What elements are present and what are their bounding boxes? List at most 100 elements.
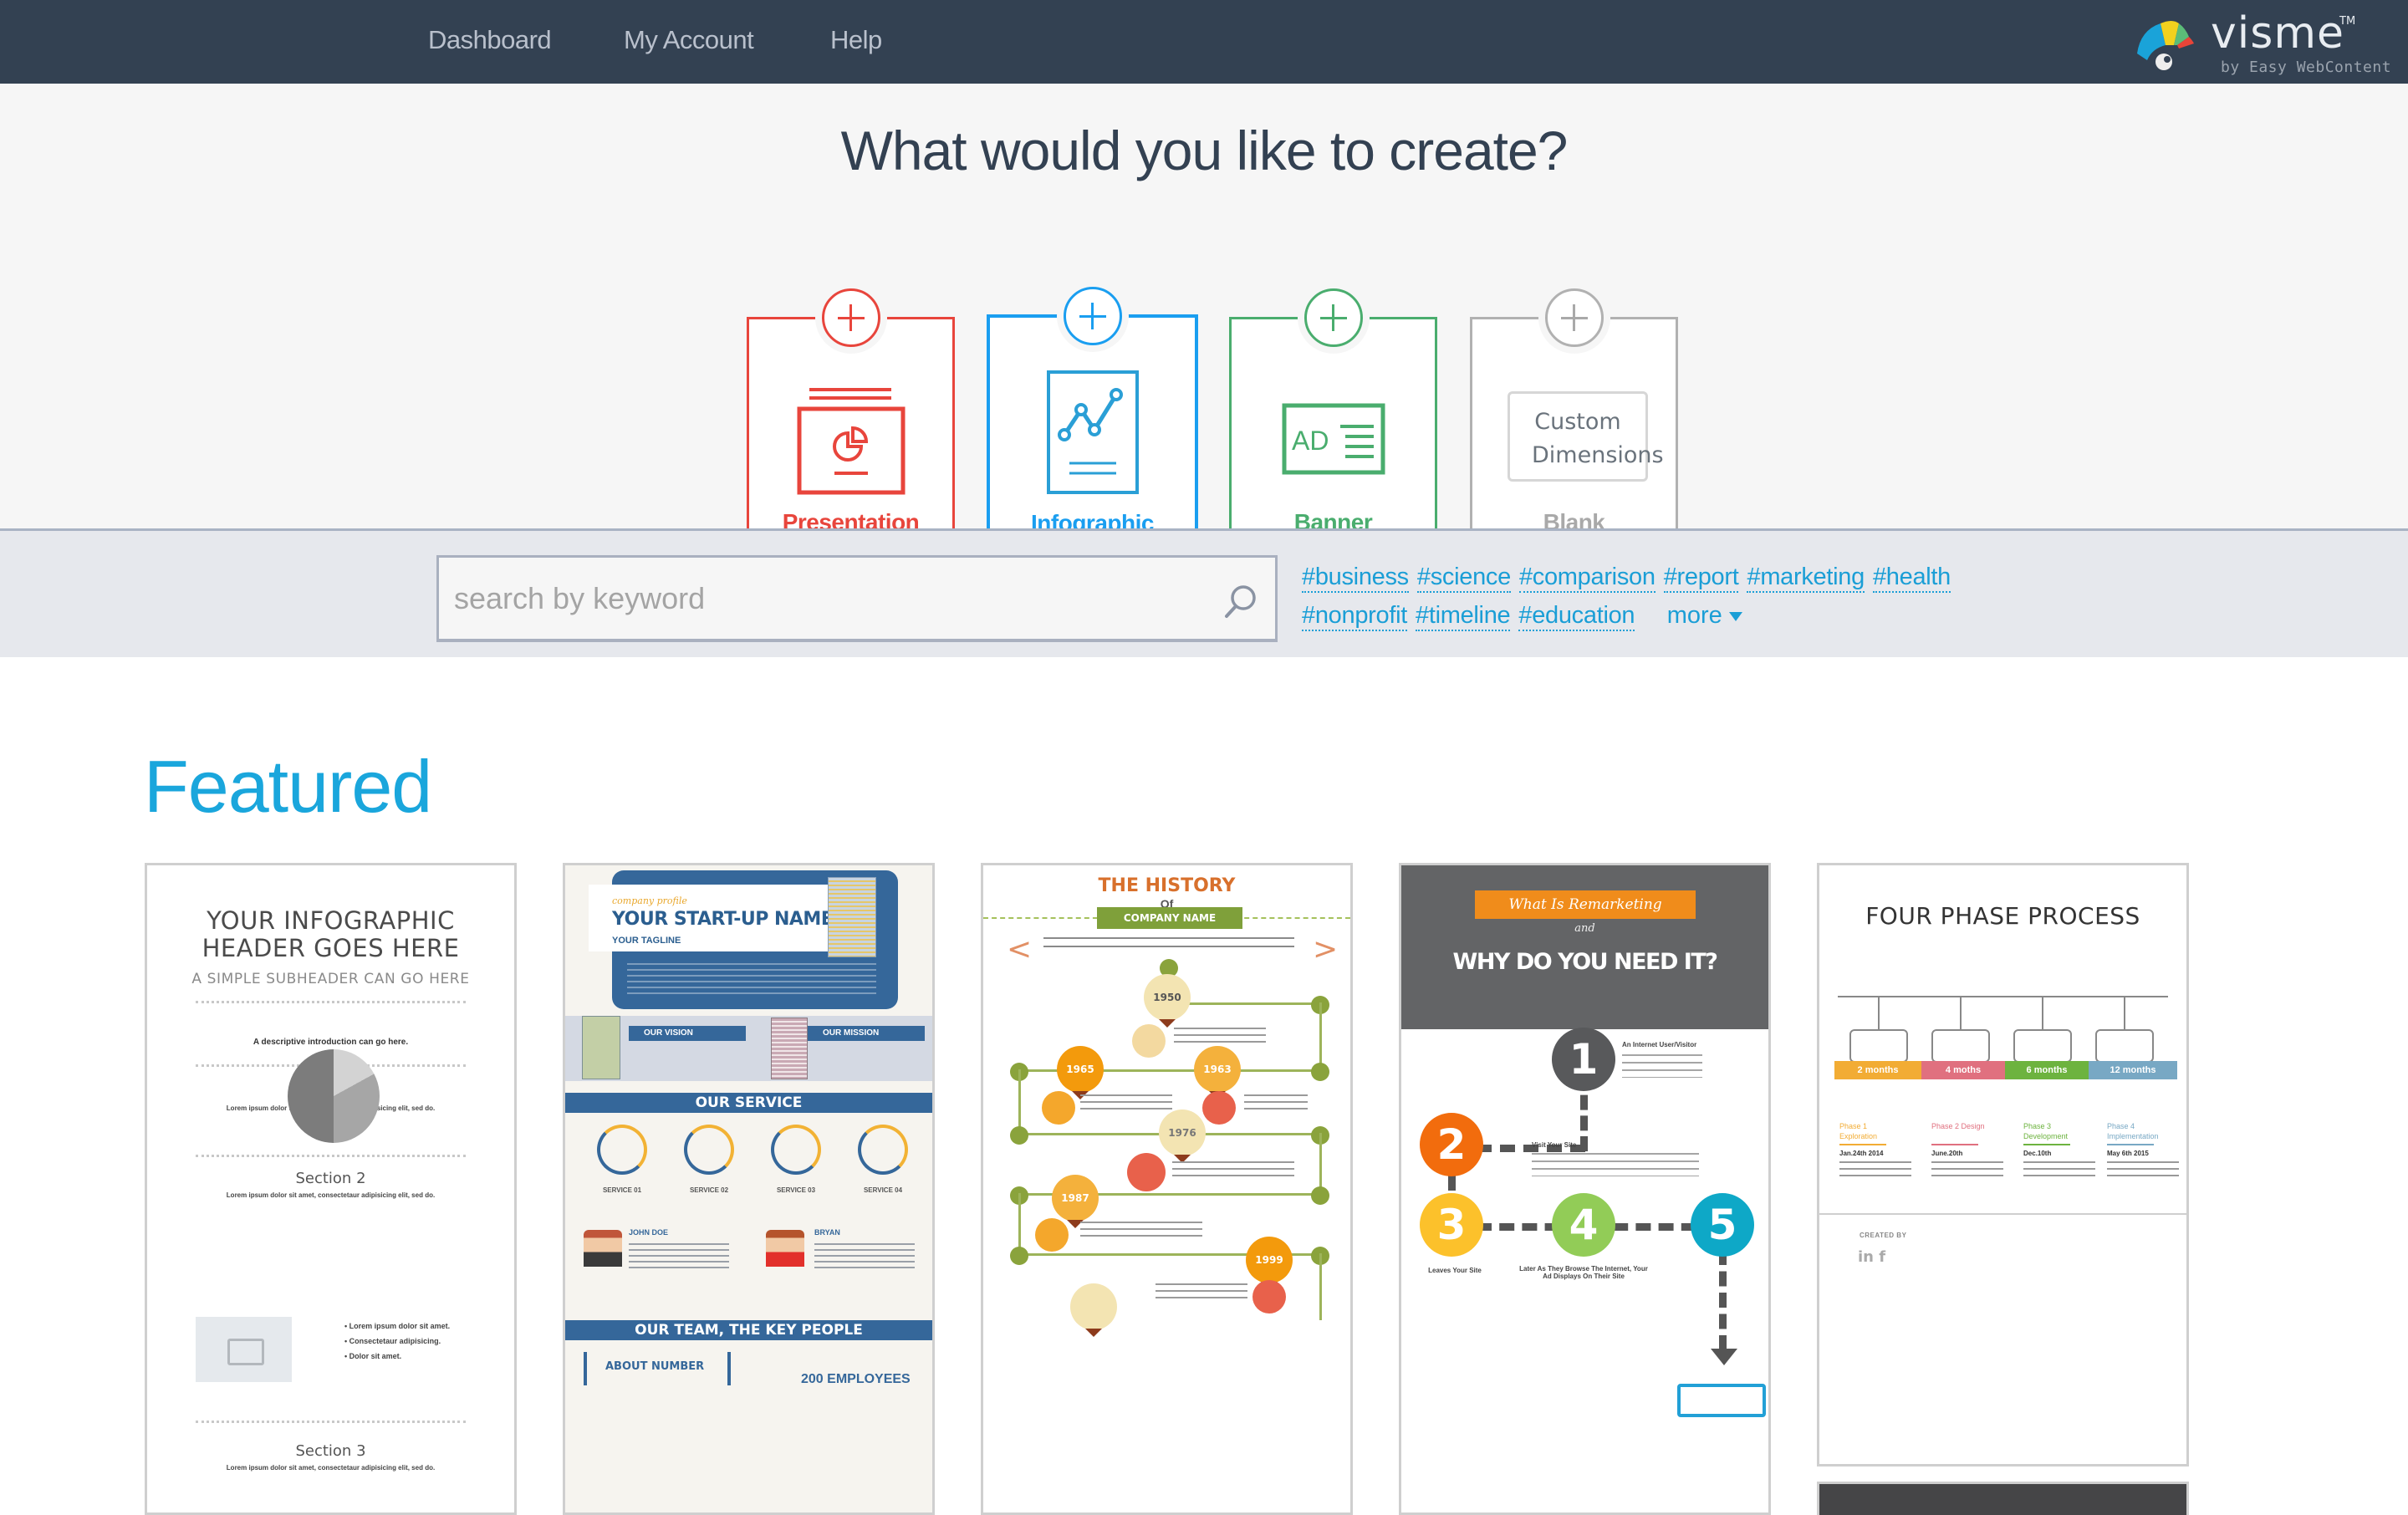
search-icon[interactable] [1220, 581, 1260, 621]
thumb-kicker: company profile [612, 895, 687, 906]
visme-logo-mark-icon [2137, 21, 2194, 70]
service-label: SERVICE 03 [776, 1186, 816, 1194]
divider [196, 1421, 466, 1423]
tag-science[interactable]: #science [1416, 563, 1511, 593]
phase-duration: 2 months [1834, 1061, 1921, 1079]
phase-date: Dec.10th [2023, 1150, 2052, 1157]
tag-report[interactable]: #report [1663, 563, 1739, 593]
vision-mission-band: OUR VISION OUR MISSION [565, 1016, 932, 1081]
step-circle: 2 [1420, 1113, 1483, 1176]
tag-education[interactable]: #education [1518, 601, 1635, 631]
building-illustration [582, 1016, 620, 1079]
person-icon [1127, 1153, 1166, 1191]
type-card-infographic[interactable]: Infographic [987, 287, 1198, 550]
svg-text:AD: AD [1292, 426, 1329, 456]
visme-logo[interactable]: visme TM by Easy WebContent [2130, 8, 2398, 77]
vision-label: OUR VISION [629, 1026, 746, 1041]
template-thumbnail[interactable]: company profile YOUR START-UP NAME YOUR … [563, 863, 935, 1515]
tag-row: #nonprofit #timeline #education more [1302, 601, 2054, 640]
ad-banner-icon: AD [1282, 403, 1385, 475]
logo-wordmark: visme [2211, 8, 2344, 59]
step-label: Later As They Browse The Internet, Your … [1519, 1265, 1648, 1280]
phase-label: Phase 3 Development [2023, 1122, 2069, 1140]
phase-date: Jan.24th 2014 [1839, 1150, 1884, 1157]
timeline-node [1311, 1063, 1329, 1081]
person-icon [1202, 1091, 1236, 1125]
about-number-label: ABOUT NUMBER [584, 1352, 731, 1385]
truck-icon [771, 1125, 821, 1175]
thumb-section: Section 3 [295, 1442, 366, 1460]
step-circle: 5 [1691, 1193, 1754, 1257]
template-thumbnail[interactable]: THE HISTORY Of COMPANY NAME < > 1950 196… [981, 863, 1353, 1515]
template-thumbnail[interactable]: What Is Remarketing and WHY DO YOU NEED … [1399, 863, 1771, 1515]
type-card-presentation[interactable]: Presentation [747, 288, 955, 548]
tag-timeline[interactable]: #timeline [1416, 601, 1511, 631]
type-card-banner[interactable]: AD Banner [1229, 288, 1437, 548]
person-icon [1035, 1218, 1069, 1252]
phase-label: Phase 2 Design [1931, 1122, 1985, 1130]
template-thumbnail[interactable]: YOUR INFOGRAPHIC HEADER GOES HERE A SIMP… [145, 863, 517, 1515]
logo-trademark: TM [2339, 15, 2356, 28]
created-by-label: CREATED BY [1860, 1232, 1907, 1239]
divider [196, 1155, 466, 1157]
phase-duration: 4 moths [1921, 1061, 2005, 1079]
create-title: What would you like to create? [840, 120, 1569, 181]
thumb-lorem: Lorem ipsum dolor sit amet, consectetaur… [226, 1464, 436, 1472]
plus-icon [1063, 287, 1122, 345]
step-label: Leaves Your Site [1428, 1267, 1482, 1274]
thumb-title: FOUR PHASE PROCESS [1865, 902, 2140, 930]
chevron-right-icon: > [1313, 932, 1339, 967]
thumb-and: and [1574, 922, 1595, 935]
timeline-year: 1999 [1246, 1237, 1293, 1290]
logo-byline: by Easy WebContent [2221, 59, 2392, 76]
timeline-node [1010, 1126, 1028, 1145]
person-name: JOHN DOE [629, 1228, 669, 1237]
thumb-intro: A descriptive introduction can go here. [253, 1038, 409, 1047]
type-card-blank[interactable]: Custom Dimensions Blank [1470, 288, 1678, 548]
search-band: #business#science#comparison#report #mark… [0, 528, 2408, 657]
thumb-subheader: A SIMPLE SUBHEADER CAN GO HERE [191, 971, 470, 987]
service-label: SERVICE 04 [863, 1186, 903, 1194]
step-circle: 1 [1552, 1028, 1615, 1091]
timeline-year: 1976 [1159, 1109, 1206, 1163]
nav-dashboard-link[interactable]: Dashboard [428, 25, 552, 55]
more-tags-button[interactable]: more [1667, 602, 1742, 630]
employees-count: 200 EMPLOYEES [801, 1372, 911, 1386]
featured-heading: Featured [144, 745, 432, 828]
pie-chart-graphic [288, 1049, 380, 1143]
step-label: Visit Your Site [1532, 1141, 1577, 1149]
thumb-tagline: YOUR TAGLINE [612, 936, 681, 946]
search-input[interactable] [454, 558, 1207, 640]
timeline-node [1311, 1186, 1329, 1205]
tag-health[interactable]: #health [1872, 563, 1951, 593]
search-box [436, 555, 1278, 642]
template-thumbnail[interactable] [1817, 1482, 2189, 1515]
buildings-icon [2095, 1029, 2154, 1063]
building-illustration [771, 1018, 808, 1079]
nav-help-link[interactable]: Help [830, 25, 882, 55]
tag-comparison[interactable]: #comparison [1518, 563, 1656, 593]
thumb-bullet: • Consectetaur adipisicing. [344, 1337, 441, 1345]
phase-label: Phase 1 Exploration [1839, 1122, 1878, 1140]
phase-duration: 6 months [2005, 1061, 2089, 1079]
basket-icon [597, 1125, 647, 1175]
tag-business[interactable]: #business [1302, 563, 1409, 593]
trophy-icon [858, 1125, 908, 1175]
arrow-down-icon [1711, 1349, 1737, 1365]
divider [196, 1001, 466, 1003]
plus-icon [821, 288, 880, 347]
tag-marketing[interactable]: #marketing [1747, 563, 1865, 593]
timeline-year: 1963 [1194, 1046, 1241, 1099]
nav-my-account-link[interactable]: My Account [624, 25, 754, 55]
idea-head-icon [1132, 1024, 1166, 1058]
building-illustration [828, 877, 876, 957]
presentation-board-icon [2013, 1029, 2072, 1063]
template-thumbnail[interactable]: FOUR PHASE PROCESS 2 months 4 moths 6 mo… [1817, 863, 2189, 1467]
timeline-year [1070, 1283, 1117, 1337]
custom-dimensions-text: Custom Dimensions [1532, 409, 1664, 468]
tag-nonprofit[interactable]: #nonprofit [1302, 601, 1407, 631]
caret-down-icon [1728, 611, 1742, 621]
bar-chart-icon [684, 1125, 734, 1175]
phase-label: Phase 4 Implementation [2107, 1122, 2159, 1140]
thumb-title: THE HISTORY [1098, 875, 1236, 896]
